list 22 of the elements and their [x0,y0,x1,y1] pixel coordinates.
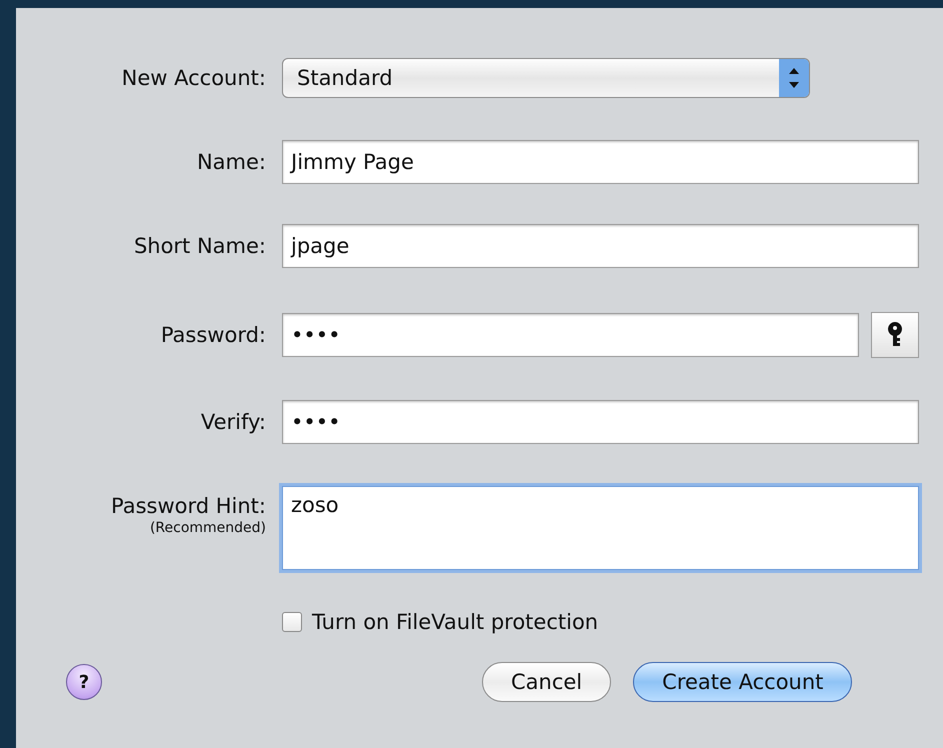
field-label: Short Name: [134,234,266,258]
key-icon [888,322,902,348]
input-field[interactable]: •••• [282,400,919,444]
input-field[interactable]: jpage [282,224,919,268]
field-label: Verify: [200,410,266,434]
cancel-button[interactable]: Cancel [482,662,612,702]
password-field[interactable]: •••• [282,313,859,357]
account-type-select[interactable]: Standard [282,58,810,98]
field-label: New Account: [122,66,266,90]
create-account-button[interactable]: Create Account [633,662,852,702]
input-field[interactable]: Jimmy Page [282,140,919,184]
help-button[interactable]: ? [66,664,102,700]
checkbox-label: Turn on FileVault protection [312,610,598,634]
field-sublabel: (Recommended) [150,520,266,536]
field-label: Password Hint: [110,493,266,518]
filevault-checkbox[interactable]: Turn on FileVault protection [282,610,919,634]
checkbox[interactable] [282,612,302,632]
field-label: Name: [196,150,266,174]
hint-field[interactable]: zoso [282,486,919,570]
stepper-icon [779,59,809,97]
field-label: Password: [160,323,266,347]
key-button[interactable] [871,312,919,358]
